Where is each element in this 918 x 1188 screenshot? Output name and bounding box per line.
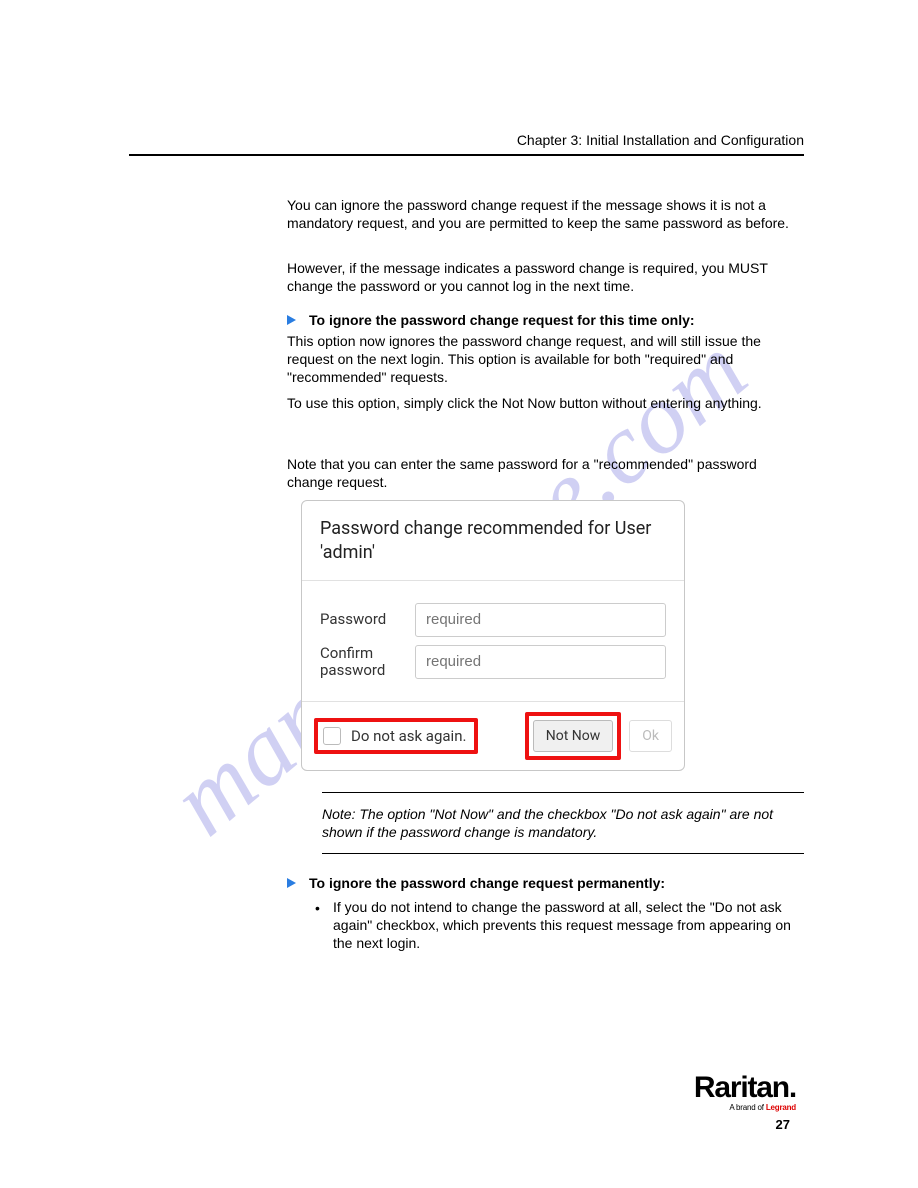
- password-row: Password: [320, 603, 666, 637]
- chapter-header: Chapter 3: Initial Installation and Conf…: [129, 132, 804, 156]
- triangle-bullet-icon: [287, 878, 296, 888]
- confirm-password-label: Confirm password: [320, 645, 415, 680]
- logo-sub-red: Legrand: [766, 1103, 796, 1112]
- dialog-form: Password Confirm password: [302, 581, 684, 702]
- confirm-password-row: Confirm password: [320, 645, 666, 680]
- subhead-ignore-this-time: To ignore the password change request fo…: [287, 312, 804, 328]
- paragraph-3: This option now ignores the password cha…: [287, 332, 804, 387]
- subhead-ignore-permanently: To ignore the password change request pe…: [287, 875, 804, 891]
- triangle-bullet-icon: [287, 315, 296, 325]
- note-box: Note: The option "Not Now" and the check…: [322, 792, 804, 854]
- subhead-1-text: To ignore the password change request fo…: [309, 312, 695, 328]
- paragraph-4: To use this option, simply click the Not…: [287, 394, 804, 412]
- do-not-ask-again-highlight: Do not ask again.: [314, 718, 478, 754]
- logo-brand-text: Raritan.: [694, 1071, 796, 1105]
- paragraph-5: Note that you can enter the same passwor…: [287, 455, 804, 491]
- paragraph-6-text: If you do not intend to change the passw…: [333, 898, 804, 953]
- not-now-button[interactable]: Not Now: [533, 720, 614, 752]
- do-not-ask-again-checkbox[interactable]: [323, 727, 341, 745]
- dialog-footer: Do not ask again. Not Now Ok: [302, 701, 684, 770]
- not-now-highlight: Not Now: [525, 712, 622, 760]
- confirm-password-input[interactable]: [415, 645, 666, 679]
- logo-sub-prefix: A brand of: [729, 1103, 766, 1112]
- password-change-dialog: Password change recommended for User 'ad…: [301, 500, 685, 771]
- ok-button[interactable]: Ok: [629, 720, 672, 752]
- subhead-2-text: To ignore the password change request pe…: [309, 875, 665, 891]
- password-input[interactable]: [415, 603, 666, 637]
- paragraph-2: However, if the message indicates a pass…: [287, 260, 804, 296]
- bullet-dot-icon: •: [315, 899, 320, 917]
- page-number: 27: [776, 1117, 790, 1132]
- paragraph-1: You can ignore the password change reque…: [287, 197, 804, 233]
- raritan-logo: Raritan. A brand of Legrand: [694, 1071, 796, 1112]
- paragraph-6: • If you do not intend to change the pas…: [315, 898, 804, 953]
- dialog-title: Password change recommended for User 'ad…: [302, 501, 684, 581]
- do-not-ask-again-label: Do not ask again.: [351, 727, 466, 745]
- password-label: Password: [320, 611, 415, 628]
